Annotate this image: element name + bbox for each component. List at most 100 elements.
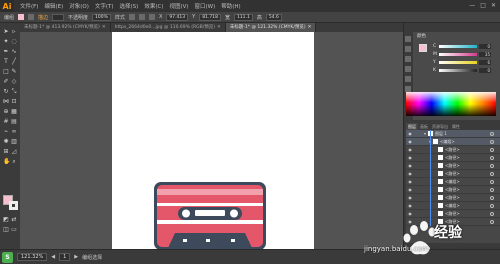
tab-asset-export[interactable]: 资源导出 — [430, 123, 450, 130]
layer-target-icon[interactable] — [490, 195, 494, 200]
layer-row[interactable]: ◉ <路径> — [406, 154, 500, 162]
color-panel-icon[interactable] — [405, 36, 411, 42]
stroke-panel-icon[interactable] — [405, 76, 411, 82]
cassette-tape-artwork[interactable] — [153, 181, 267, 251]
page-field[interactable]: 1 — [59, 253, 71, 261]
fill-swatch[interactable] — [419, 44, 427, 52]
stroke-weight-field[interactable] — [52, 13, 65, 21]
close-tab-icon[interactable]: ✕ — [102, 25, 106, 30]
visibility-eye-icon[interactable]: ◉ — [407, 195, 413, 200]
tab-artboards[interactable]: 画板 — [418, 123, 430, 130]
layer-row[interactable]: ◉ <编组> — [406, 202, 500, 210]
slider-track[interactable] — [439, 61, 477, 64]
blend-tool-icon[interactable]: ∞ — [11, 129, 17, 135]
zoom-tool-icon[interactable]: ⌕ — [11, 159, 17, 165]
x-field[interactable]: 97.413 — [166, 13, 189, 21]
zoom-field[interactable]: 121.32% — [17, 253, 48, 261]
scale-tool-icon[interactable]: ⤡ — [11, 89, 17, 95]
layer-row[interactable]: ◉▾<编组> — [406, 138, 500, 146]
visibility-eye-icon[interactable]: ◉ — [407, 203, 413, 208]
slice-tool-icon[interactable]: ◿ — [11, 149, 17, 155]
symbols-panel-icon[interactable] — [405, 66, 411, 72]
menu-effect[interactable]: 效果(C) — [144, 2, 163, 10]
height-field[interactable]: 54.6 — [265, 13, 282, 21]
fill-icon[interactable] — [18, 14, 25, 20]
visibility-eye-icon[interactable]: ◉ — [407, 171, 413, 176]
transform-icon[interactable] — [148, 14, 155, 20]
artboard-tool-icon[interactable]: ⊞ — [3, 149, 9, 155]
layer-target-icon[interactable] — [490, 155, 494, 160]
brushes-panel-icon[interactable] — [405, 56, 411, 62]
minimize-button[interactable]: — — [469, 2, 475, 9]
menu-help[interactable]: 帮助(H) — [221, 2, 240, 10]
maximize-button[interactable]: □ — [480, 2, 486, 9]
layer-row[interactable]: ◉ <编组> — [406, 178, 500, 186]
shape-builder-tool-icon[interactable]: ⊕ — [3, 109, 9, 115]
layer-target-icon[interactable] — [490, 171, 494, 176]
tab-document-1[interactable]: 未标题-1* @ 413.92% (CMYK/预览) ✕ — [20, 23, 111, 32]
menu-view[interactable]: 视图(V) — [169, 2, 188, 10]
magic-wand-tool-icon[interactable]: ✦ — [3, 39, 9, 45]
rectangle-tool-icon[interactable]: □ — [3, 69, 9, 75]
swatches-panel-icon[interactable] — [405, 46, 411, 52]
stroke-color-swatch[interactable] — [9, 201, 18, 210]
layer-target-icon[interactable] — [490, 203, 494, 208]
close-button[interactable]: ✕ — [491, 2, 496, 9]
layer-target-icon[interactable] — [490, 163, 494, 168]
layer-target-icon[interactable] — [490, 187, 494, 192]
paintbrush-tool-icon[interactable]: ✎ — [11, 69, 17, 75]
eraser-tool-icon[interactable]: ◇ — [11, 79, 17, 85]
black-slider[interactable]: K 0 — [433, 68, 495, 73]
visibility-eye-icon[interactable]: ◉ — [407, 163, 413, 168]
type-tool-icon[interactable]: T — [3, 59, 9, 65]
line-tool-icon[interactable]: ╱ — [11, 59, 17, 65]
gradient-tool-icon[interactable]: ▤ — [11, 119, 17, 125]
layer-row[interactable]: ◉ <路径> — [406, 162, 500, 170]
layer-target-icon[interactable] — [490, 139, 494, 144]
curvature-tool-icon[interactable]: ∿ — [11, 49, 17, 55]
layer-row[interactable]: ◉ <路径> — [406, 146, 500, 154]
menu-window[interactable]: 窗口(W) — [195, 2, 216, 10]
color-spectrum[interactable] — [406, 92, 496, 116]
slider-value[interactable]: 0 — [479, 68, 491, 73]
y-field[interactable]: 81.718 — [199, 13, 221, 21]
draw-mode-icon[interactable]: ◫ — [3, 227, 9, 233]
layer-target-icon[interactable] — [490, 131, 494, 136]
slider-track[interactable] — [439, 69, 477, 72]
align-icon[interactable] — [138, 14, 145, 20]
perspective-grid-tool-icon[interactable]: ▦ — [11, 109, 17, 115]
swap-colors-icon[interactable]: ⇄ — [11, 217, 17, 223]
layer-target-icon[interactable] — [490, 179, 494, 184]
layer-row[interactable]: ◉ <路径> — [406, 186, 500, 194]
graph-tool-icon[interactable]: ▥ — [11, 139, 17, 145]
tab-document-2[interactable]: https_2664d0e0...jpg @ 110.69% (RGB/预览) ✕ — [111, 23, 226, 32]
tab-document-3[interactable]: 未标题-1* @ 121.32% (CMYK/预览) ✕ — [225, 23, 317, 32]
slider-value[interactable]: 0 — [479, 44, 491, 49]
tab-properties[interactable]: 属性 — [450, 123, 462, 130]
menu-edit[interactable]: 编辑(E) — [44, 2, 63, 10]
visibility-eye-icon[interactable]: ◉ — [407, 139, 413, 144]
layer-row[interactable]: ◉ <路径> — [406, 170, 500, 178]
yellow-slider[interactable]: Y 6 — [433, 60, 495, 65]
style-swatch[interactable] — [128, 14, 135, 20]
menu-object[interactable]: 对象(O) — [69, 2, 89, 10]
layer-target-icon[interactable] — [490, 147, 494, 152]
slider-value[interactable]: 6 — [479, 60, 491, 65]
page-nav-next-icon[interactable]: ▶ — [74, 254, 78, 260]
menu-type[interactable]: 文字(T) — [95, 2, 114, 10]
slider-track[interactable] — [439, 45, 477, 48]
slider-value[interactable]: 35 — [479, 52, 491, 57]
menu-select[interactable]: 选择(S) — [120, 2, 139, 10]
close-tab-icon[interactable]: ✕ — [217, 25, 221, 30]
tab-layers[interactable]: 图层 — [406, 123, 418, 130]
mesh-tool-icon[interactable]: # — [3, 119, 9, 125]
eyedropper-tool-icon[interactable]: ⌁ — [3, 129, 9, 135]
visibility-eye-icon[interactable]: ◉ — [407, 155, 413, 160]
layer-row[interactable]: ◉ ▾ 图层 1 — [406, 130, 500, 138]
width-field[interactable]: 111.1 — [233, 13, 253, 21]
pencil-tool-icon[interactable]: ✐ — [3, 79, 9, 85]
free-transform-tool-icon[interactable]: ⊡ — [11, 99, 17, 105]
screen-mode-icon[interactable]: ▭ — [11, 227, 17, 233]
hand-tool-icon[interactable]: ✋ — [3, 159, 10, 165]
visibility-eye-icon[interactable]: ◉ — [407, 131, 413, 136]
